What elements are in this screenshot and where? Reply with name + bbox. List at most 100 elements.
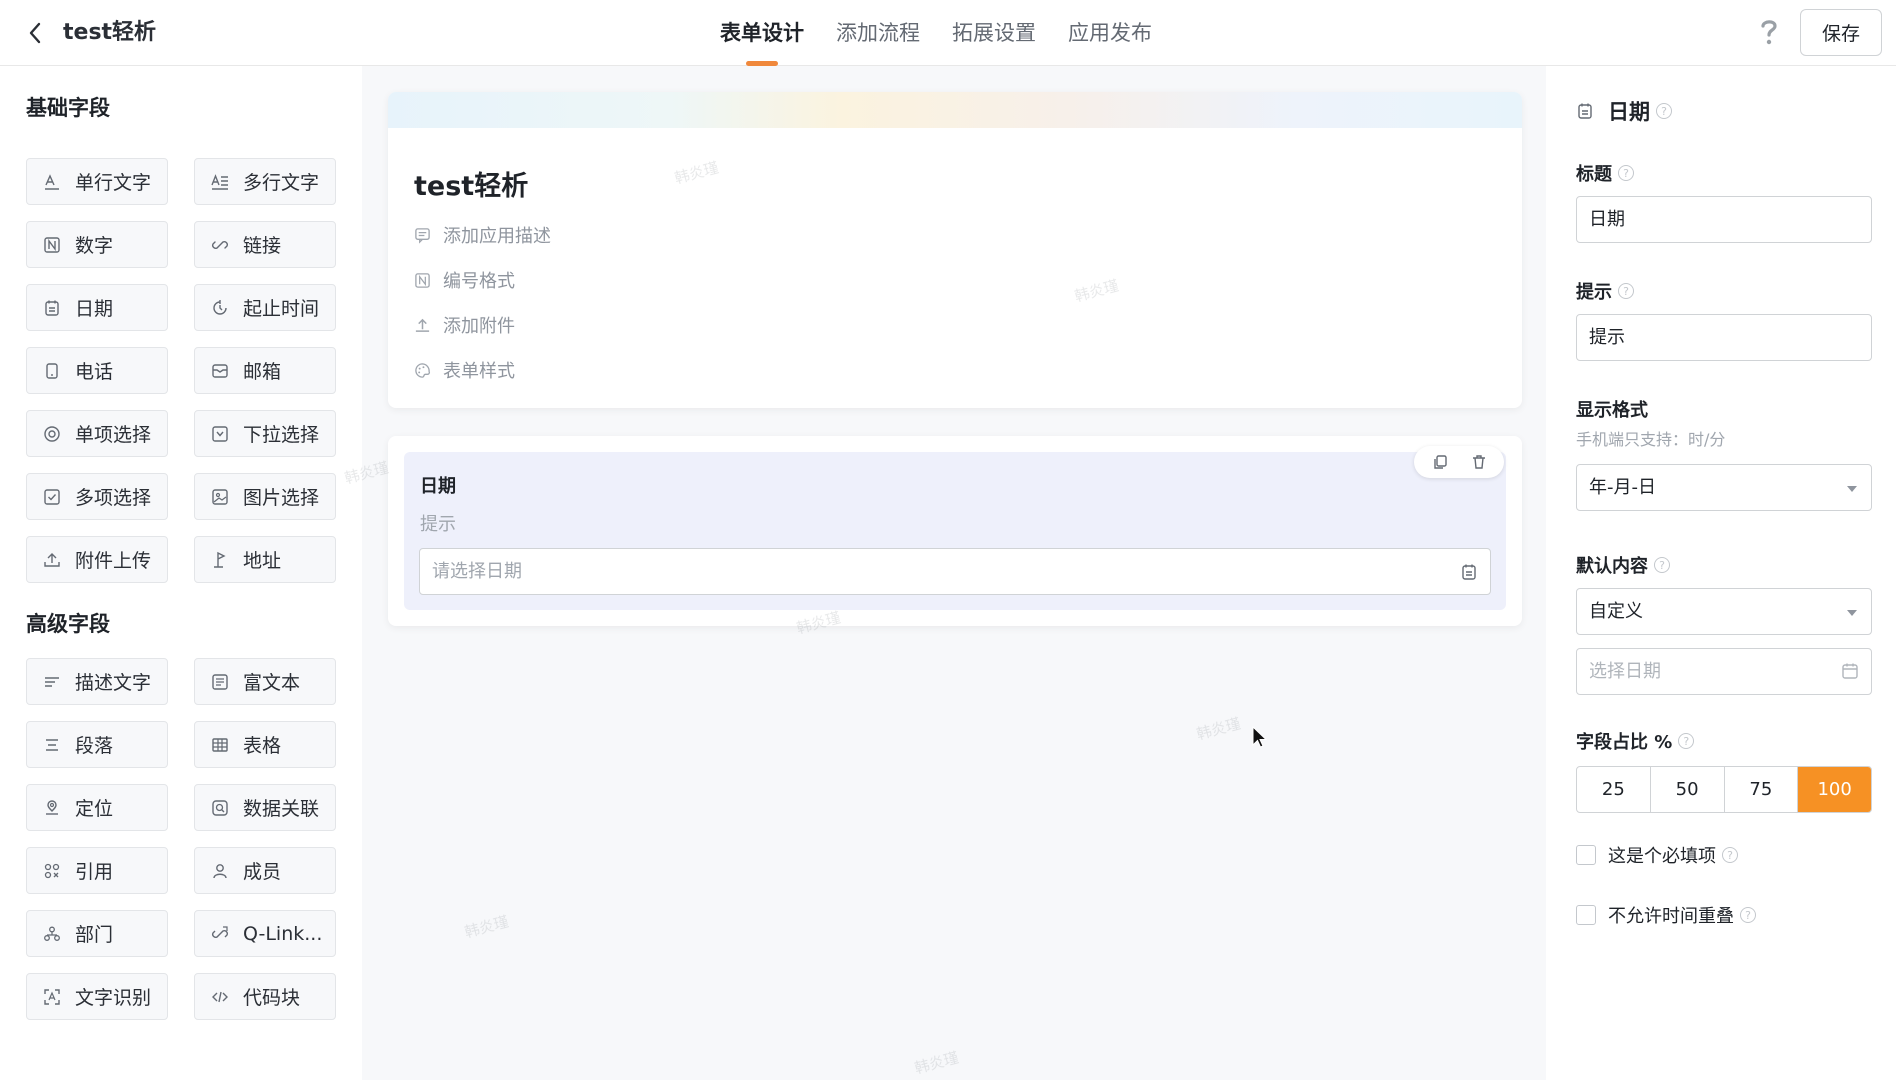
default-content-select[interactable]: 自定义: [1576, 588, 1872, 635]
palette-item-multi-text[interactable]: 多行文字: [194, 158, 336, 205]
properties-title: 日期: [1608, 100, 1650, 124]
tab-extension-settings[interactable]: 拓展设置: [952, 0, 1036, 66]
palette-item-label: 邮箱: [243, 361, 282, 383]
format-select-value: 年-月-日: [1589, 477, 1656, 498]
palette-item-label: 代码块: [243, 987, 301, 1009]
ocr-icon: [43, 988, 61, 1006]
help-circle-icon[interactable]: ?: [1722, 847, 1738, 863]
number-format-link[interactable]: 编号格式: [414, 267, 515, 293]
hint-input[interactable]: 提示: [1576, 314, 1872, 361]
watermark: 韩炎瑾: [462, 912, 511, 942]
tab-add-process[interactable]: 添加流程: [836, 0, 920, 66]
default-content-label: 默认内容 ?: [1576, 552, 1670, 578]
time-range-icon: [211, 299, 229, 317]
no-overlap-checkbox[interactable]: 不允许时间重叠 ?: [1576, 902, 1756, 928]
form-title[interactable]: test轻析: [414, 164, 528, 203]
help-circle-icon[interactable]: ?: [1618, 283, 1634, 299]
palette-item-image[interactable]: 图片选择: [194, 473, 336, 520]
palette-item-mail[interactable]: 邮箱: [194, 347, 336, 394]
number-icon: [415, 272, 430, 288]
ratio-option-25[interactable]: 25: [1577, 767, 1651, 812]
palette-item-table[interactable]: 表格: [194, 721, 336, 768]
calendar-icon: [1578, 103, 1592, 119]
help-circle-icon[interactable]: ?: [1656, 103, 1672, 119]
palette-item-time-range[interactable]: 起止时间: [194, 284, 336, 331]
palette-item-label: 数据关联: [243, 798, 320, 820]
palette-item-link[interactable]: 链接: [194, 221, 336, 268]
palette-item-label: 附件上传: [75, 550, 152, 572]
format-select[interactable]: 年-月-日: [1576, 464, 1872, 511]
help-circle-icon[interactable]: ?: [1618, 165, 1634, 181]
palette-item-description[interactable]: 描述文字: [26, 658, 168, 705]
title-label-text: 标题: [1576, 164, 1612, 185]
mail-icon: [211, 362, 229, 380]
palette-item-label: 日期: [75, 298, 114, 320]
palette-item-label: 表格: [243, 735, 282, 757]
delete-button[interactable]: [1471, 454, 1487, 470]
save-button[interactable]: 保存: [1800, 9, 1882, 56]
copy-icon: [1433, 455, 1447, 469]
no-overlap-label: 不允许时间重叠: [1608, 906, 1734, 927]
field-palette: 基础字段 单行文字 多行文字 数字 链接 日期 起止时间 电话 邮箱 单项选择: [0, 66, 362, 1080]
palette-item-department[interactable]: 部门: [26, 910, 168, 957]
rich-text-icon: [211, 673, 229, 691]
ratio-option-100[interactable]: 100: [1798, 767, 1871, 812]
add-attachment-link[interactable]: 添加附件: [414, 312, 515, 338]
tab-app-publish[interactable]: 应用发布: [1068, 0, 1152, 66]
palette-item-ocr[interactable]: 文字识别: [26, 973, 168, 1020]
title-input[interactable]: 日期: [1576, 196, 1872, 243]
calendar-icon: [1462, 564, 1476, 580]
calendar-icon: [43, 299, 61, 317]
palette-item-label: 链接: [243, 235, 282, 257]
palette-item-dropdown[interactable]: 下拉选择: [194, 410, 336, 457]
form-style-link[interactable]: 表单样式: [414, 357, 515, 383]
palette-item-data-link[interactable]: 数据关联: [194, 784, 336, 831]
palette-item-phone[interactable]: 电话: [26, 347, 168, 394]
comment-icon: [415, 227, 430, 244]
calendar-icon: [1842, 663, 1858, 679]
location-pin-icon: [211, 551, 229, 569]
palette-item-code[interactable]: 代码块: [194, 973, 336, 1020]
palette-item-label: 数字: [75, 235, 114, 257]
back-button[interactable]: [18, 16, 52, 50]
help-circle-icon[interactable]: ?: [1654, 557, 1670, 573]
palette-item-positioning[interactable]: 定位: [26, 784, 168, 831]
selected-date-field[interactable]: 日期 提示 请选择日期: [404, 446, 1506, 610]
palette-item-number[interactable]: 数字: [26, 221, 168, 268]
palette-item-paragraph[interactable]: 段落: [26, 721, 168, 768]
reference-icon: [43, 862, 61, 880]
tab-form-design[interactable]: 表单设计: [720, 0, 804, 66]
palette-item-checkbox[interactable]: 多项选择: [26, 473, 168, 520]
palette-item-label: 下拉选择: [243, 424, 320, 446]
format-sub-label: 手机端只支持：时/分: [1576, 430, 1726, 449]
add-description-link[interactable]: 添加应用描述: [414, 222, 551, 248]
palette-item-label: 部门: [75, 924, 114, 946]
top-header: test轻析 表单设计 添加流程 拓展设置 应用发布 保存: [0, 0, 1896, 66]
phone-icon: [43, 362, 61, 380]
help-circle-icon[interactable]: ?: [1678, 733, 1695, 749]
help-button[interactable]: [1752, 14, 1786, 50]
meta-label: 添加应用描述: [443, 226, 551, 247]
palette-item-rich-text[interactable]: 富文本: [194, 658, 336, 705]
required-checkbox[interactable]: 这是个必填项 ?: [1576, 842, 1738, 868]
checkbox-box[interactable]: [1576, 845, 1596, 865]
palette-item-member[interactable]: 成员: [194, 847, 336, 894]
palette-item-q-link[interactable]: Q-Link...: [194, 910, 336, 957]
paragraph-icon: [43, 736, 61, 754]
date-input-preview[interactable]: 请选择日期: [419, 548, 1491, 595]
palette-item-radio[interactable]: 单项选择: [26, 410, 168, 457]
ratio-option-50[interactable]: 50: [1651, 767, 1725, 812]
checkbox-box[interactable]: [1576, 905, 1596, 925]
department-icon: [43, 925, 61, 943]
default-date-picker[interactable]: 选择日期: [1576, 648, 1872, 695]
palette-item-upload[interactable]: 附件上传: [26, 536, 168, 583]
palette-item-single-text[interactable]: 单行文字: [26, 158, 168, 205]
default-content-label-text: 默认内容: [1576, 556, 1648, 577]
palette-item-address[interactable]: 地址: [194, 536, 336, 583]
copy-button[interactable]: [1432, 454, 1448, 470]
palette-item-reference[interactable]: 引用: [26, 847, 168, 894]
help-circle-icon[interactable]: ?: [1740, 907, 1756, 923]
ratio-option-75[interactable]: 75: [1725, 767, 1799, 812]
palette-item-date[interactable]: 日期: [26, 284, 168, 331]
palette-item-label: Q-Link...: [243, 922, 323, 945]
